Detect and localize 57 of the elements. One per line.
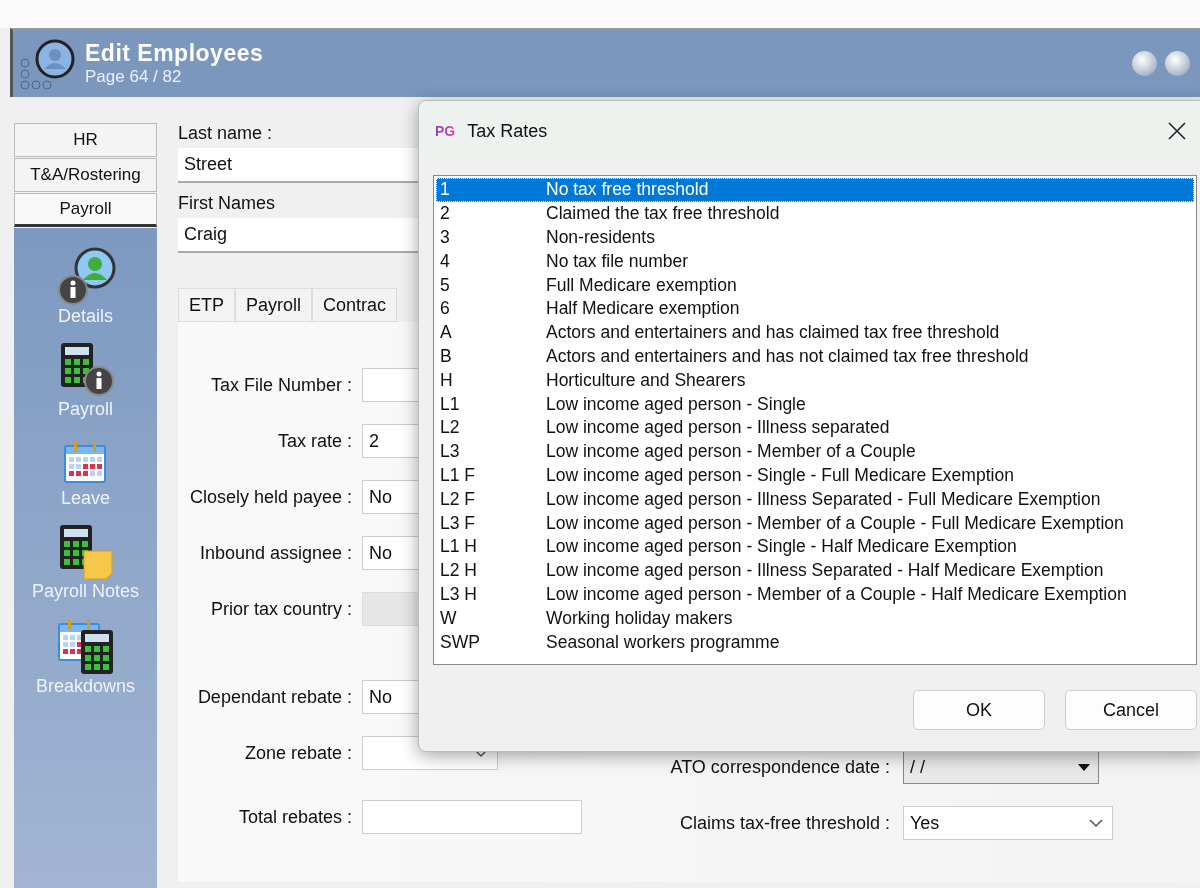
- window-title: Edit Employees: [85, 40, 264, 67]
- field-label: Tax File Number :: [209, 374, 353, 396]
- list-item[interactable]: L1 H Low income aged person - Single - Half Medicare Exemption: [436, 534, 1194, 559]
- list-item[interactable]: L1 F Low income aged person - Single - Full Medicare Exemption: [436, 463, 1194, 488]
- list-item[interactable]: L2 Low income aged person - Illness separated: [436, 415, 1194, 440]
- sidebar-tab[interactable]: HR: [14, 123, 157, 157]
- list-item[interactable]: 3 Non-residents: [436, 225, 1194, 250]
- field-label: Inbound assignee :: [198, 542, 353, 564]
- list-item[interactable]: B Actors and entertainers and has not claimed tax free threshold: [436, 344, 1194, 369]
- list-item[interactable]: 6 Half Medicare exemption: [436, 297, 1194, 321]
- field-value: 2: [369, 430, 379, 452]
- field-label: Tax rate :: [276, 430, 353, 452]
- sidebar-tab[interactable]: T&A/Rostering: [14, 158, 157, 192]
- list-item[interactable]: L2 H Low income aged person - Illness Separated - Half Medicare Exemption: [436, 558, 1194, 583]
- list-item[interactable]: 4 No tax file number: [436, 249, 1194, 274]
- sidebar-tab[interactable]: Payroll: [14, 193, 157, 227]
- page-counter: Page 64 / 82: [85, 67, 183, 87]
- tab[interactable]: ETP: [178, 288, 235, 322]
- list-item[interactable]: SWP Seasonal workers programme: [436, 630, 1194, 654]
- chevron-icon: [1088, 817, 1104, 829]
- list-item[interactable]: L2 F Low income aged person - Illness Separated - Full Medicare Exemption: [436, 487, 1194, 512]
- field-label: Closely held payee :: [188, 486, 353, 508]
- list-item[interactable]: W Working holiday makers: [436, 606, 1194, 631]
- field-value: No: [369, 486, 392, 508]
- dropdown-arrow-icon: [1078, 763, 1090, 771]
- dialog-button[interactable]: OK: [913, 690, 1045, 730]
- field-label: Prior tax country :: [209, 598, 353, 620]
- field-value: / /: [910, 756, 925, 778]
- field-label: ATO correspondence date :: [669, 756, 891, 778]
- list-item[interactable]: L3 F Low income aged person - Member of a Couple - Full Medicare Exemption: [436, 511, 1194, 535]
- list-item[interactable]: L3 H Low income aged person - Member of a Couple - Half Medicare Exemption: [436, 582, 1194, 607]
- round-button[interactable]: [1165, 51, 1190, 76]
- dropdown-field[interactable]: Yes: [903, 806, 1113, 840]
- list-item[interactable]: 2 Claimed the tax free threshold: [436, 201, 1194, 226]
- tab[interactable]: Payroll: [235, 288, 313, 322]
- list-item[interactable]: A Actors and entertainers and has claimed tax free threshold: [436, 320, 1194, 345]
- field-label: Total rebates :: [237, 806, 353, 828]
- field-value: No: [369, 542, 392, 564]
- input-field[interactable]: [362, 800, 582, 834]
- date-field[interactable]: / /: [903, 750, 1099, 784]
- dialog-button[interactable]: Cancel: [1065, 690, 1197, 730]
- close-button[interactable]: [1167, 121, 1187, 141]
- field-label: Claims tax-free threshold :: [678, 812, 891, 834]
- field-value: No: [369, 686, 392, 708]
- dialog-title: Tax Rates: [467, 120, 548, 142]
- field-label: First Names: [178, 193, 275, 214]
- round-button[interactable]: [1132, 51, 1157, 76]
- field-label: Dependant rebate :: [196, 686, 353, 708]
- list-item[interactable]: L1 Low income aged person - Single: [436, 392, 1194, 416]
- list-item[interactable]: L3 Low income aged person - Member of a Couple: [436, 439, 1194, 464]
- field-label: Zone rebate :: [243, 742, 353, 764]
- list-item[interactable]: 5 Full Medicare exemption: [436, 273, 1194, 297]
- field-value: Yes: [910, 812, 940, 834]
- list-item[interactable]: 1 No tax free threshold: [436, 178, 1194, 202]
- list-item[interactable]: H Horticulture and Shearers: [436, 368, 1194, 393]
- field-label: Last name :: [178, 123, 273, 144]
- tab[interactable]: Contrac: [312, 288, 398, 322]
